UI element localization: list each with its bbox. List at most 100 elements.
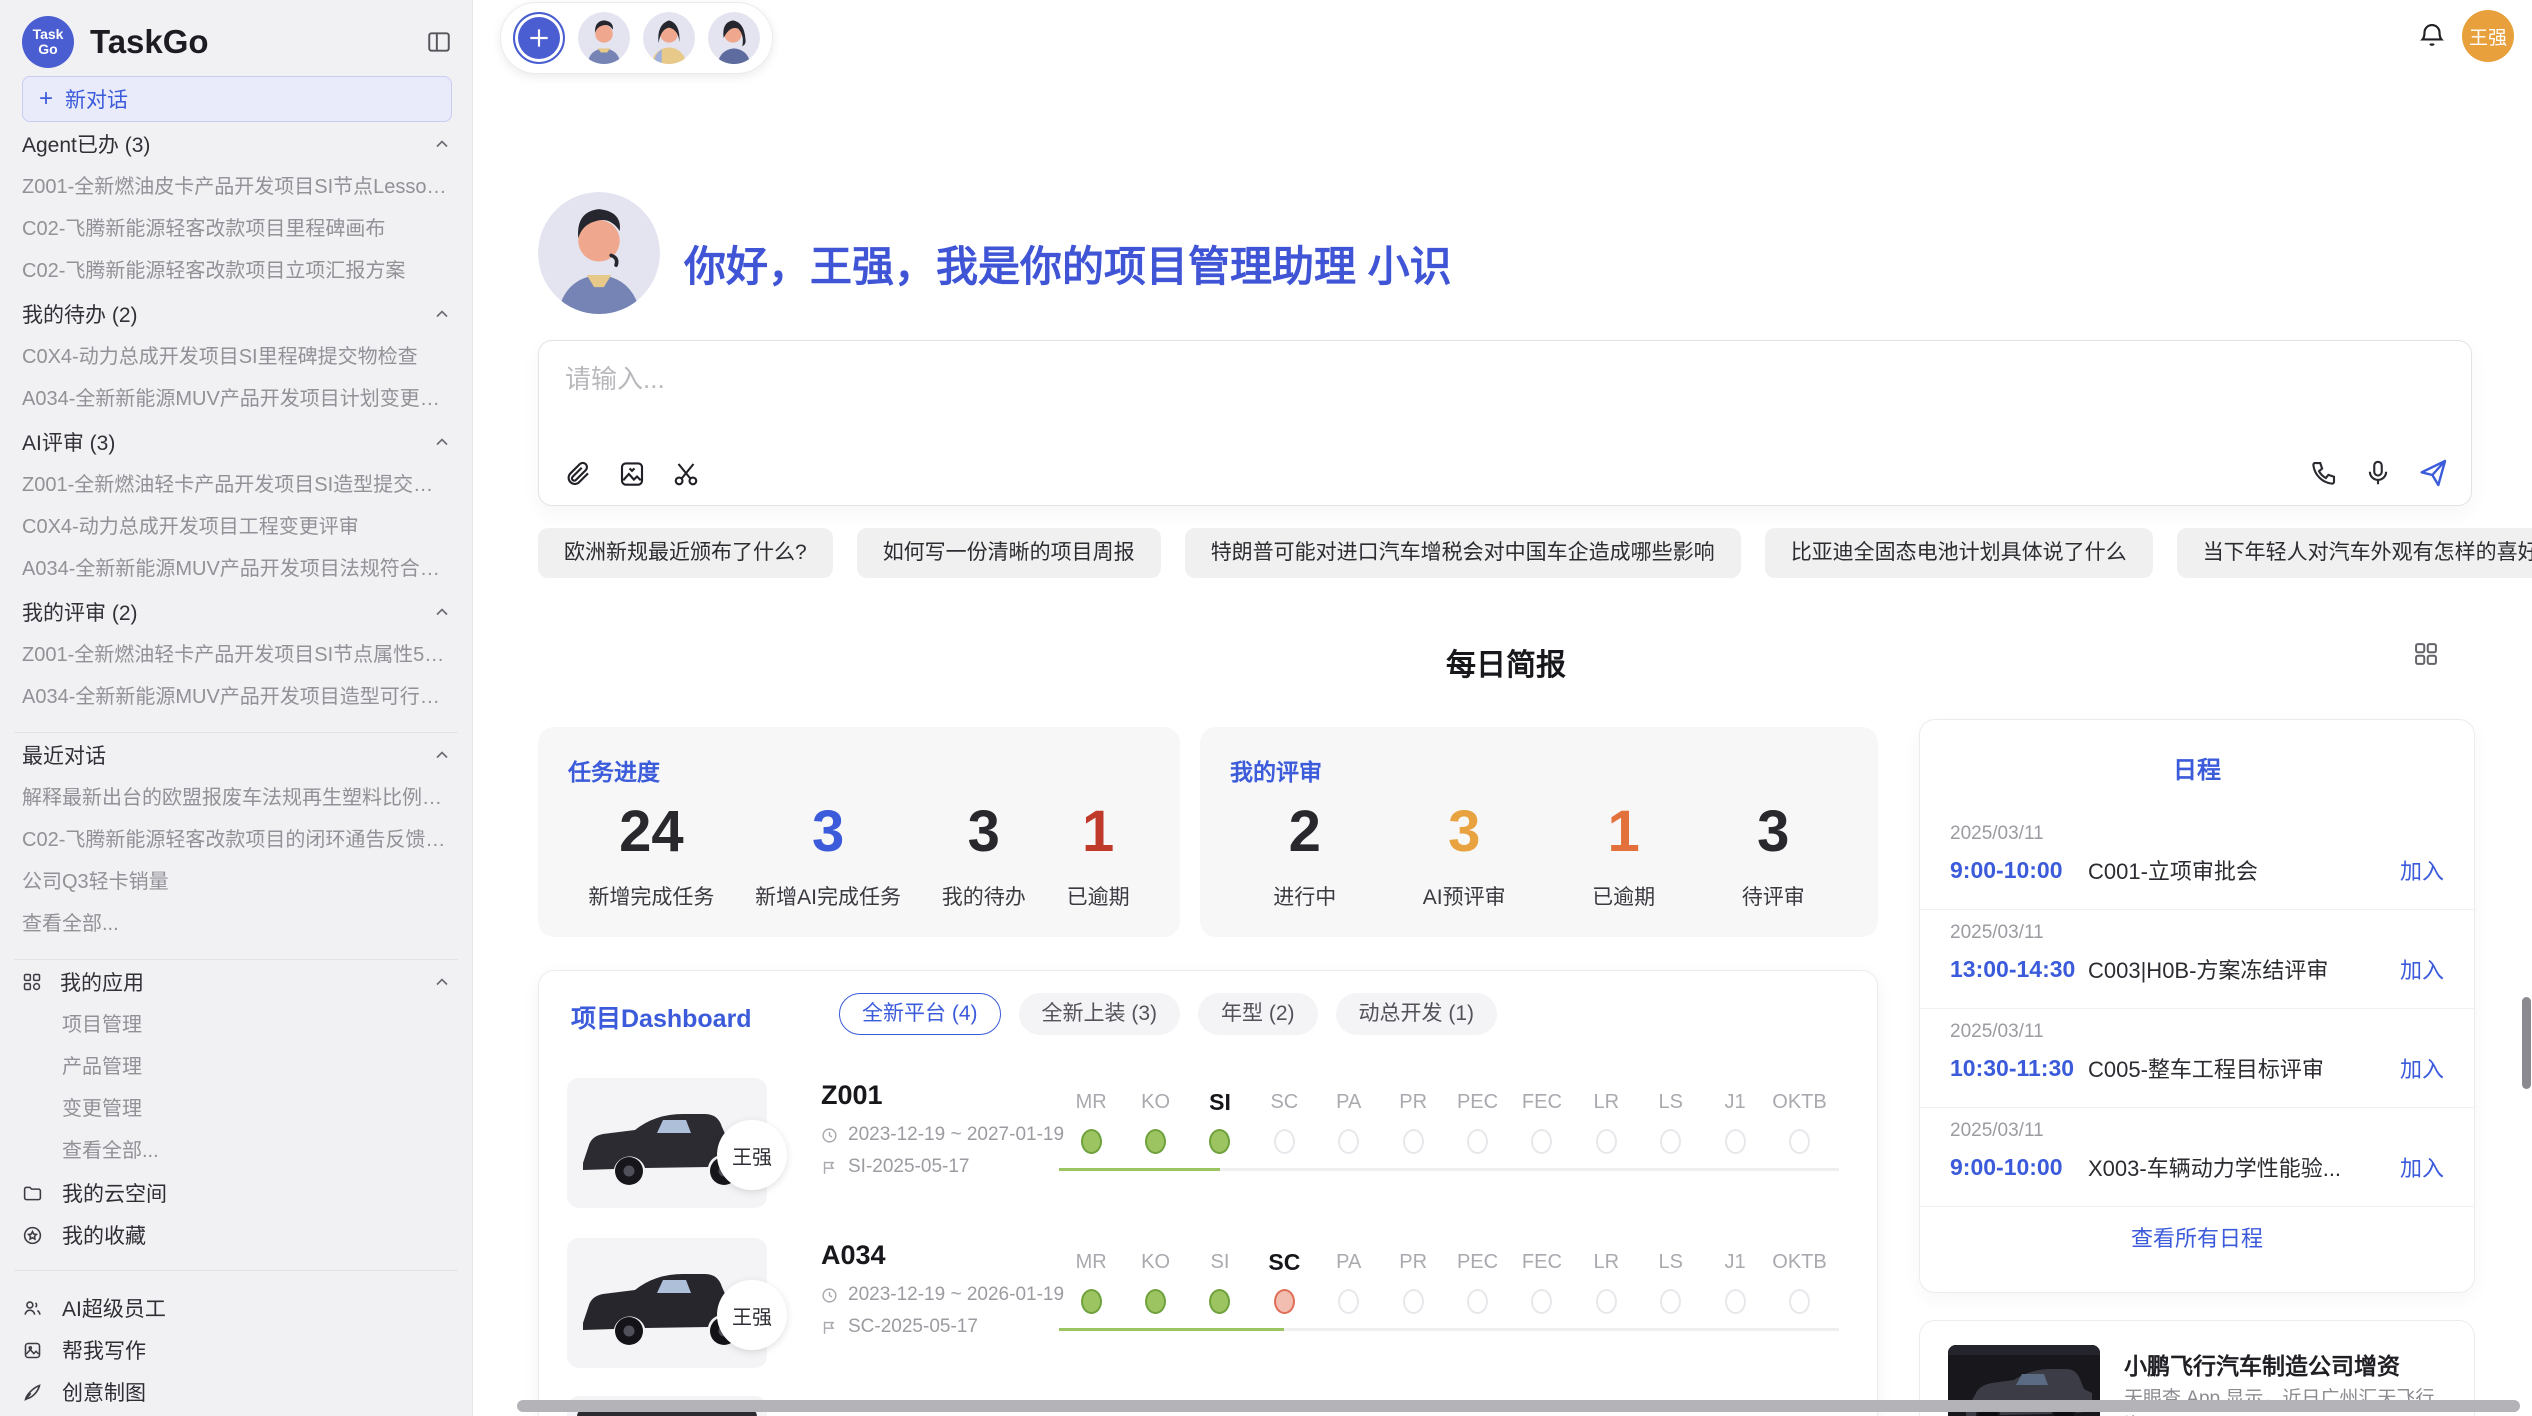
layout-grid-icon[interactable]: [2412, 640, 2440, 668]
project-dates: 2023-12-19 ~ 2026-01-19: [821, 1284, 1064, 1306]
sidebar-item[interactable]: A034-全新新能源MUV产品开发项目造型可行性评审: [22, 676, 452, 718]
sidebar-section-header[interactable]: 我的待办 (2): [22, 292, 452, 336]
suggestion-chip[interactable]: 如何写一份清晰的项目周报: [857, 528, 1161, 578]
dashboard-tab[interactable]: 年型 (2): [1198, 993, 1318, 1035]
add-agent-button[interactable]: [513, 12, 565, 64]
schedule-row: 9:00-10:00C001-立项审批会加入: [1950, 854, 2444, 886]
notification-bell-icon[interactable]: [2417, 20, 2447, 50]
sidebar-item-help-writing[interactable]: 帮我写作: [22, 1329, 452, 1371]
join-link[interactable]: 加入: [2400, 854, 2444, 886]
flag-icon: [821, 1319, 838, 1336]
sidebar-item-my-apps[interactable]: 我的应用: [22, 960, 452, 1004]
apps-grid-icon: [22, 972, 42, 992]
stat-label: AI预评审: [1423, 881, 1506, 911]
milestone-node: [1531, 1129, 1552, 1154]
suggestion-chip[interactable]: 欧洲新规最近颁布了什么?: [538, 528, 833, 578]
stat-value: 24: [588, 801, 714, 863]
sidebar-item[interactable]: C02-飞腾新能源轻客改款项目的闭环通告反馈情况: [22, 819, 452, 861]
new-chat-button[interactable]: + 新对话: [22, 76, 452, 122]
date-range: 2023-12-19 ~ 2027-01-19: [848, 1124, 1064, 1146]
scissors-icon[interactable]: [671, 459, 701, 489]
sidebar-section-header[interactable]: Agent已办 (3): [22, 122, 452, 166]
microphone-icon[interactable]: [2363, 458, 2393, 488]
sidebar-view-all-link[interactable]: 查看全部...: [22, 903, 452, 945]
sidebar-header: Task Go TaskGo: [22, 14, 452, 70]
stat-label: 待评审: [1742, 881, 1805, 911]
suggestion-chip[interactable]: 当下年轻人对汽车外观有怎样的喜好趋势: [2177, 528, 2532, 578]
sidebar-view-all-link[interactable]: 查看全部...: [22, 1130, 452, 1172]
join-link[interactable]: 加入: [2400, 1052, 2444, 1084]
news-title: 小鹏飞行汽车制造公司增资: [2124, 1347, 2400, 1381]
dashboard-tab[interactable]: 全新上装 (3): [1019, 993, 1181, 1035]
chevron-up-icon: [432, 972, 452, 992]
chat-input[interactable]: [563, 363, 2267, 396]
agent-avatar[interactable]: [643, 12, 695, 64]
people-icon: [22, 1298, 44, 1319]
milestone-node: [1660, 1129, 1681, 1154]
sidebar-app-item[interactable]: 项目管理: [22, 1004, 452, 1046]
milestone-label: J1: [1725, 1244, 1746, 1280]
sidebar-item-favorites[interactable]: 我的收藏: [22, 1214, 452, 1256]
milestone: PEC: [1445, 1244, 1509, 1336]
sidebar-item[interactable]: C02-飞腾新能源轻客改款项目里程碑画布: [22, 208, 452, 250]
milestone-node: [1596, 1289, 1617, 1314]
phone-icon[interactable]: [2309, 458, 2339, 488]
sidebar-item[interactable]: C0X4-动力总成开发项目SI里程碑提交物检查: [22, 336, 452, 378]
suggestion-chip[interactable]: 比亚迪全固态电池计划具体说了什么: [1765, 528, 2153, 578]
sidebar-section-header[interactable]: 最近对话: [22, 733, 452, 777]
attachment-icon[interactable]: [563, 459, 593, 489]
horizontal-scrollbar[interactable]: [517, 1400, 2520, 1412]
stat-item: 1已逾期: [1067, 801, 1130, 911]
dashboard-tab[interactable]: 全新平台 (4): [839, 993, 1001, 1035]
sidebar-item[interactable]: Z001-全新燃油皮卡产品开发项目SI节点Lesson Learn报告: [22, 166, 452, 208]
sidebar-app-item[interactable]: 变更管理: [22, 1088, 452, 1130]
image-icon[interactable]: [617, 459, 647, 489]
stat-label: 新增完成任务: [588, 881, 714, 911]
sidebar-collapse-icon[interactable]: [426, 29, 452, 55]
join-link[interactable]: 加入: [2400, 953, 2444, 985]
project-row[interactable]: 王强 Z001 2023-12-19 ~ 2027-01-19 SI-2025-…: [539, 1056, 1879, 1216]
sidebar-app-item[interactable]: 产品管理: [22, 1046, 452, 1088]
sidebar-item[interactable]: C0X4-动力总成开发项目工程变更评审: [22, 506, 452, 548]
stat-item: 3我的待办: [942, 801, 1026, 911]
sidebar-item-ai-staff[interactable]: AI超级员工: [22, 1287, 452, 1329]
logo-text-top: Task: [33, 27, 64, 42]
stat-value: 3: [1423, 801, 1506, 863]
user-avatar[interactable]: 王强: [2462, 10, 2514, 62]
sidebar-item-cloud-space[interactable]: 我的云空间: [22, 1172, 452, 1214]
sidebar-item[interactable]: A034-全新新能源MUV产品开发项目计划变更表编写: [22, 378, 452, 420]
schedule-time: 10:30-11:30: [1950, 1055, 2088, 1082]
sidebar-item[interactable]: 公司Q3轻卡销量: [22, 861, 452, 903]
task-progress-card: 任务进度 24新增完成任务3新增AI完成任务3我的待办1已逾期: [538, 727, 1180, 937]
join-link[interactable]: 加入: [2400, 1151, 2444, 1183]
divider: [14, 1270, 458, 1271]
dashboard-tab[interactable]: 动总开发 (1): [1336, 993, 1498, 1035]
agent-avatar[interactable]: [708, 12, 760, 64]
milestone-node: [1338, 1289, 1359, 1314]
schedule-row: 10:30-11:30C005-整车工程目标评审加入: [1950, 1052, 2444, 1084]
project-dashboard-card: 项目Dashboard 全新平台 (4)全新上装 (3)年型 (2)动总开发 (…: [538, 970, 1878, 1416]
sidebar-item-creative-drawing[interactable]: 创意制图: [22, 1371, 452, 1413]
section-label: 我的待办 (2): [22, 299, 432, 329]
suggestion-chip[interactable]: 特朗普可能对进口汽车增税会对中国车企造成哪些影响: [1185, 528, 1741, 578]
project-row[interactable]: 王强 A034 2023-12-19 ~ 2026-01-19 SC-2025-…: [539, 1216, 1879, 1376]
agent-avatar[interactable]: [578, 12, 630, 64]
chevron-up-icon: [432, 745, 452, 765]
sidebar-item[interactable]: 解释最新出台的欧盟报废车法规再生塑料比例被调至15%...: [22, 777, 452, 819]
view-all-schedule-link[interactable]: 查看所有日程: [1920, 1221, 2474, 1253]
sidebar-item[interactable]: Z001-全新燃油轻卡产品开发项目SI节点属性5D文件评审: [22, 634, 452, 676]
vertical-scrollbar[interactable]: [2522, 997, 2531, 1089]
sidebar-section-header[interactable]: AI评审 (3): [22, 420, 452, 464]
milestone: LS: [1639, 1244, 1703, 1336]
sidebar-item[interactable]: A034-全新新能源MUV产品开发项目法规符合性评审: [22, 548, 452, 590]
milestone: SI: [1188, 1244, 1252, 1336]
sidebar-item[interactable]: Z001-全新燃油轻卡产品开发项目SI造型提交物评审: [22, 464, 452, 506]
milestone: FEC: [1510, 1244, 1574, 1336]
send-icon[interactable]: [2417, 457, 2449, 489]
input-right-icons: [2309, 457, 2449, 489]
sidebar-item[interactable]: C02-飞腾新能源轻客改款项目立项汇报方案: [22, 250, 452, 292]
schedule-name: X003-车辆动力学性能验...: [2088, 1151, 2388, 1183]
milestone-timeline: MRKOSISCPAPRPECFECLRLSJ1OKTB: [1059, 1244, 1839, 1336]
sidebar-section-header[interactable]: 我的评审 (2): [22, 590, 452, 634]
chevron-up-icon: [432, 304, 452, 324]
